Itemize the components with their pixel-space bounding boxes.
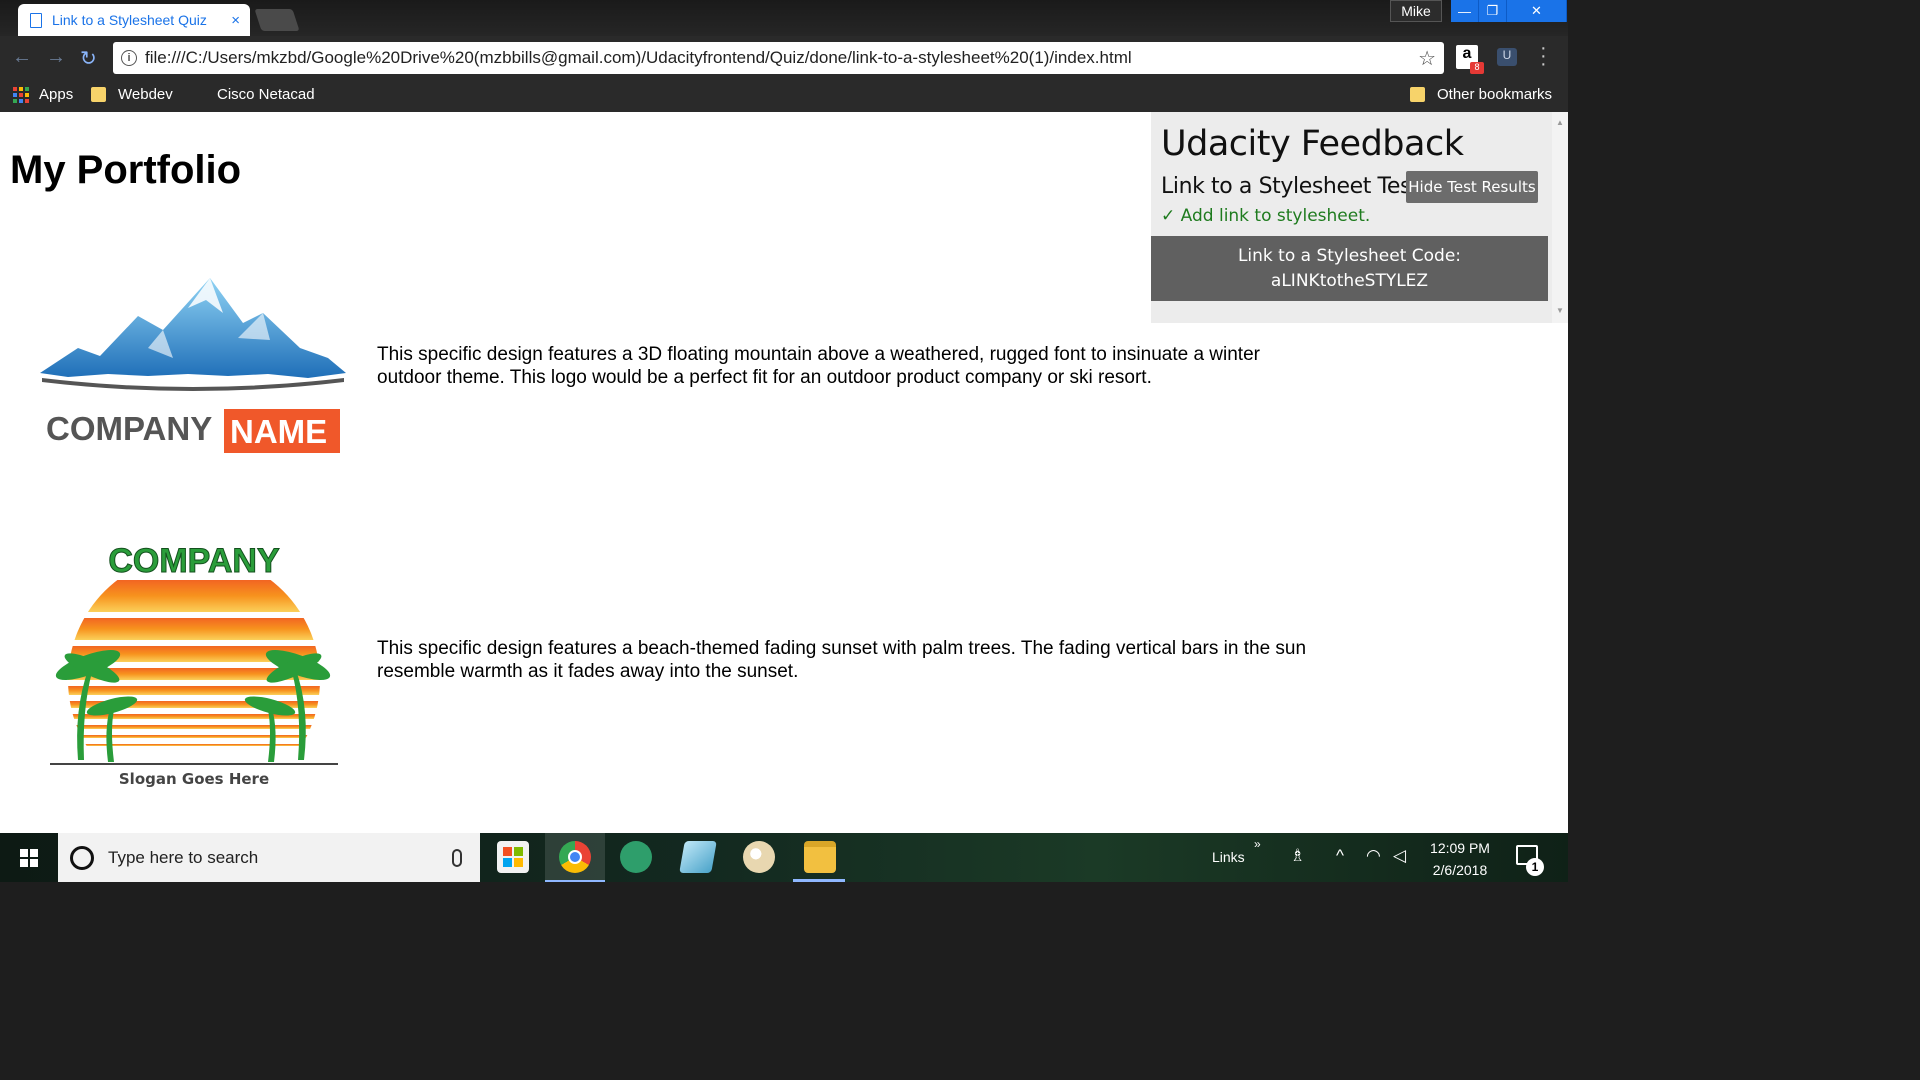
start-button[interactable] [0, 833, 58, 882]
extension-badge: 8 [1470, 62, 1484, 74]
store-icon[interactable] [497, 841, 529, 873]
scroll-up-icon[interactable]: ▲ [1556, 118, 1564, 127]
udacity-feedback-panel: Udacity Feedback Link to a Stylesheet Te… [1151, 112, 1552, 323]
taskbar-search[interactable]: Type here to search [58, 833, 480, 882]
back-icon[interactable]: ← [12, 46, 32, 69]
bookmark-star-icon[interactable]: ☆ [1418, 46, 1436, 71]
tray-expand-icon[interactable]: ^ [1336, 846, 1344, 866]
browser-tab-strip: Link to a Stylesheet Quiz × Mike — ❐ ✕ [0, 0, 1568, 36]
bookmark-label: Apps [39, 86, 74, 103]
logo-company-arc-text: COMPANY [108, 542, 280, 580]
file-explorer-indicator [793, 879, 845, 882]
info-icon[interactable]: i [121, 50, 137, 66]
clock-date: 2/6/2018 [1432, 862, 1488, 878]
bookmark-label: Webdev [118, 86, 173, 103]
restore-button[interactable]: ❐ [1479, 0, 1507, 22]
window-controls: — ❐ ✕ [1451, 0, 1567, 22]
folder-icon [91, 87, 106, 102]
bookmark-webdev[interactable]: Webdev [91, 86, 173, 103]
feedback-test-name: Link to a Stylesheet Test [1161, 174, 1420, 199]
paint-icon[interactable] [743, 841, 775, 873]
portfolio-description: This specific design features a 3D float… [377, 344, 1260, 388]
apps-grid-icon [13, 86, 29, 103]
logo-company-text: COMPANY [46, 410, 212, 447]
people-icon[interactable]: ♗ [1290, 846, 1305, 866]
microphone-icon[interactable] [452, 848, 462, 867]
feedback-code-box: Link to a Stylesheet Code: aLINKtotheSTY… [1151, 236, 1548, 301]
clock-time: 12:09 PM [1430, 840, 1490, 856]
chrome-menu-icon[interactable]: · · · [1540, 38, 1547, 74]
sunset-logo-image: COMPANY Slogan Goes Here [50, 542, 338, 788]
mountain-logo-image: COMPANY NAME [40, 278, 346, 453]
atom-icon[interactable] [620, 841, 652, 873]
feedback-code-value: aLINKtotheSTYLEZ [1270, 271, 1429, 291]
profile-button[interactable]: Mike [1390, 0, 1442, 22]
feedback-scrollbar[interactable]: ▲ ▼ [1552, 112, 1568, 323]
toolbar: ← → ↻ i file:///C:/Users/mkzbd/Google%20… [0, 36, 1568, 80]
bookmark-label: Cisco Netacad [217, 86, 315, 103]
windows-taskbar: Type here to search Links » ♗ ^ ◠ ◁ 12:0… [0, 833, 1568, 882]
extension-u-icon[interactable]: U [1497, 48, 1517, 66]
taskbar-clock[interactable]: 12:09 PM 2/6/2018 [1420, 837, 1500, 881]
logo-slogan-text: Slogan Goes Here [119, 770, 269, 788]
tab-active[interactable]: Link to a Stylesheet Quiz × [18, 4, 250, 36]
minimize-button[interactable]: — [1451, 0, 1479, 22]
volume-icon[interactable]: ◁ [1393, 846, 1406, 866]
bookmark-apps[interactable]: Apps [13, 86, 73, 103]
wifi-icon[interactable]: ◠ [1366, 846, 1381, 866]
links-expand-icon[interactable]: » [1254, 837, 1261, 851]
feedback-check-passed: ✓ Add link to stylesheet. [1161, 206, 1371, 226]
feedback-code-label: Link to a Stylesheet Code: [1237, 246, 1462, 266]
search-placeholder: Type here to search [108, 847, 259, 867]
bookmarks-bar: Apps Webdev Cisco Netacad Other bookmark… [0, 80, 1568, 112]
document-icon [30, 12, 42, 28]
notepad-icon[interactable] [679, 841, 717, 873]
address-bar[interactable]: i file:///C:/Users/mkzbd/Google%20Drive%… [113, 42, 1444, 74]
folder-icon [1410, 87, 1425, 102]
other-bookmarks-label: Other bookmarks [1437, 86, 1553, 103]
links-toolbar[interactable]: Links [1212, 849, 1245, 865]
tab-title: Link to a Stylesheet Quiz [52, 12, 207, 28]
file-explorer-icon[interactable] [804, 841, 836, 873]
page-title: My Portfolio [10, 148, 242, 192]
cortana-icon[interactable] [70, 845, 94, 870]
close-window-button[interactable]: ✕ [1507, 0, 1567, 22]
windows-logo-icon [20, 848, 38, 867]
tab-close-icon[interactable]: × [231, 12, 240, 29]
chrome-icon[interactable] [559, 841, 591, 873]
logo-name-text: NAME [230, 413, 327, 450]
new-tab-button[interactable] [254, 9, 300, 31]
notification-count: 1 [1526, 858, 1544, 876]
scroll-down-icon[interactable]: ▼ [1556, 306, 1564, 315]
url-text[interactable]: file:///C:/Users/mkzbd/Google%20Drive%20… [145, 48, 1418, 68]
hide-test-results-button[interactable]: Hide Test Results [1406, 171, 1538, 203]
portfolio-description: This specific design features a beach-th… [377, 638, 1307, 682]
bookmark-cisco-netacad[interactable]: Cisco Netacad [217, 86, 315, 103]
page-viewport: My Portfolio COMPANY NAME This specific … [0, 112, 1568, 833]
other-bookmarks[interactable]: Other bookmarks [1410, 86, 1552, 103]
reload-icon[interactable]: ↻ [80, 46, 97, 71]
feedback-title: Udacity Feedback [1161, 124, 1464, 164]
forward-icon[interactable]: → [46, 46, 66, 69]
